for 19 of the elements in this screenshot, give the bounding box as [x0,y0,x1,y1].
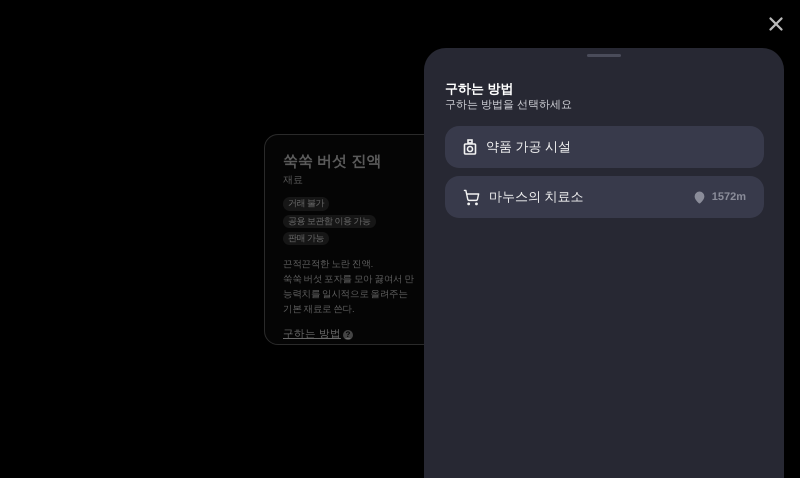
how-to-get-link[interactable]: 구하는 방법 ? [283,327,353,343]
item-name: 쑥쑥 버섯 진액 [283,153,382,172]
item-description: 기본 재료로 쓴다. [283,303,355,317]
sheet-title: 구하는 방법 [445,81,515,98]
item-description: 쑥쑥 버섯 포자를 모아 끓여서 만 [283,273,415,287]
help-icon: ? [342,330,353,340]
location-pin-icon [692,190,706,204]
distance: 1572m [712,190,746,205]
item-tag: 거래 불가 [283,197,330,210]
item-category: 재료 [283,174,304,188]
drag-handle[interactable] [587,54,621,57]
cart-icon [463,188,480,206]
source-option[interactable]: 약품 가공 시설 [445,126,764,168]
source-option[interactable]: 마누스의 치료소 1572m [445,176,764,218]
item-tag: 공용 보관함 이용 가능 [283,214,376,228]
sheet-subtitle: 구하는 방법을 선택하세요 [445,99,574,113]
item-tag: 판매 가능 [283,232,330,245]
item-description: 능력치를 일시적으로 올려주는 [283,288,409,302]
item-description: 끈적끈적한 노란 진액. [283,258,374,272]
